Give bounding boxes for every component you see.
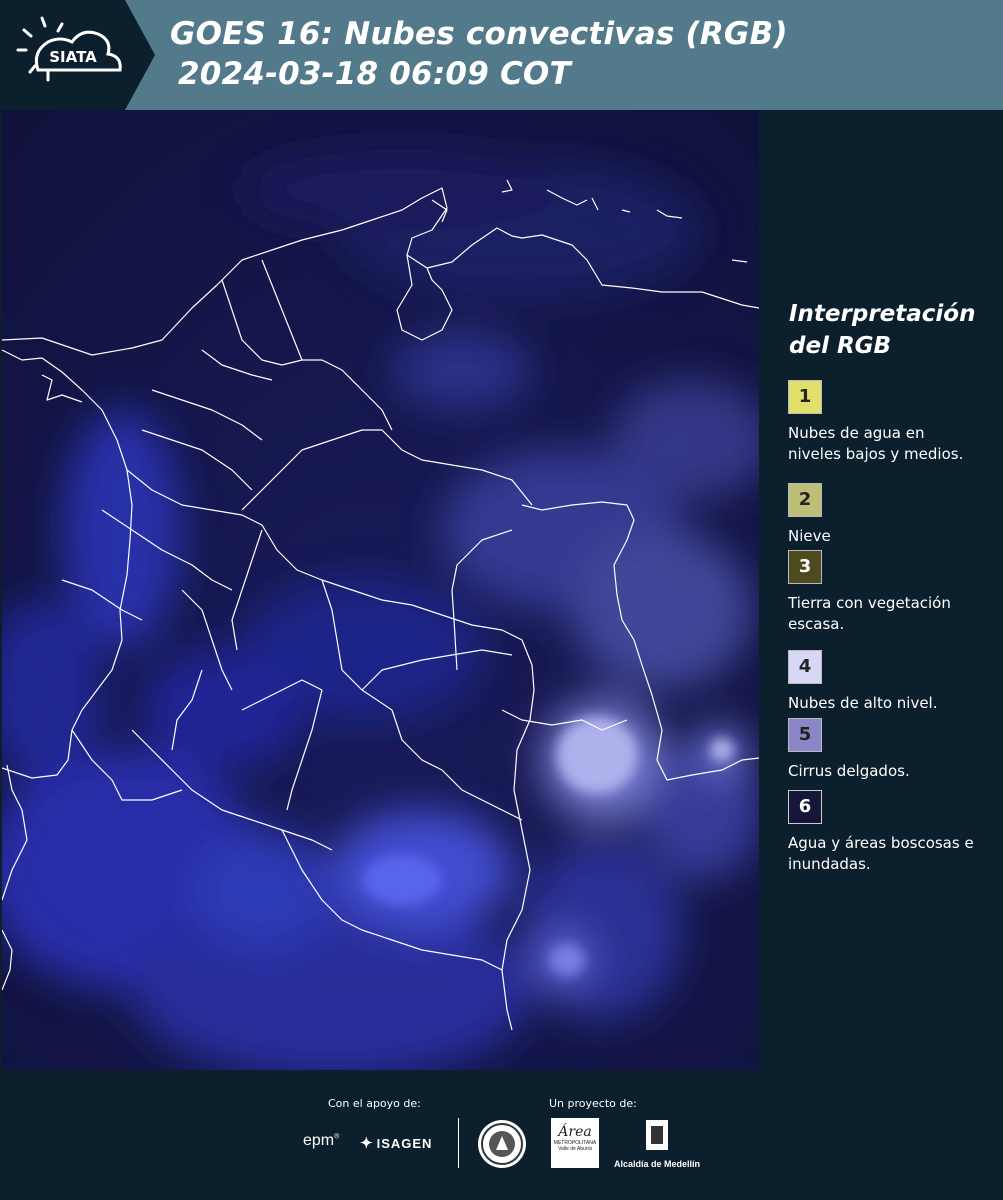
support-label: Con el apoyo de:	[328, 1097, 421, 1110]
header: SIATA GOES 16: Nubes convectivas (RGB) 2…	[0, 0, 1003, 110]
alcaldia-logo[interactable]: Alcaldía de Medellín	[612, 1118, 702, 1170]
isagen-icon: ✦	[360, 1135, 374, 1152]
legend-text: Agua y áreas boscosas e inundadas.	[788, 834, 974, 873]
legend-item: 2 Nieve	[788, 483, 978, 547]
legend-item: 1 Nubes de agua en niveles bajos y medios…	[788, 380, 978, 465]
legend-item: 3 Tierra con vegetación escasa.	[788, 550, 978, 635]
epm-logo[interactable]: epm®	[303, 1132, 339, 1150]
medellin-seal-logo[interactable]	[478, 1120, 526, 1168]
legend-item: 6 Agua y áreas boscosas e inundadas.	[788, 790, 978, 875]
legend-title-line-1: Interpretación	[789, 301, 976, 327]
legend-panel: Interpretación del RGB 1 Nubes de agua en…	[760, 110, 1003, 1070]
area-metropolitana-logo[interactable]: Área METROPOLITANA Valle de Aburrá	[551, 1118, 599, 1168]
page-title: GOES 16: Nubes convectivas (RGB) 2024-03…	[170, 14, 788, 94]
logo-text: SIATA	[49, 48, 97, 66]
isagen-logo[interactable]: ✦ ISAGEN	[360, 1134, 432, 1152]
footer: Con el apoyo de: Un proyecto de: epm® ✦ I…	[0, 1070, 1003, 1200]
title-line-1: GOES 16: Nubes convectivas (RGB)	[170, 16, 788, 52]
legend-text: Nubes de agua en niveles bajos y medios.	[788, 424, 964, 463]
legend-text: Nubes de alto nivel.	[788, 694, 938, 712]
project-label: Un proyecto de:	[549, 1097, 637, 1110]
legend-title: Interpretación del RGB	[789, 298, 975, 362]
legend-swatch: 2	[788, 483, 822, 517]
legend-swatch: 1	[788, 380, 822, 414]
siata-logo[interactable]: SIATA	[0, 0, 155, 110]
legend-swatch: 4	[788, 650, 822, 684]
satellite-map[interactable]	[2, 110, 759, 1070]
legend-item: 4 Nubes de alto nivel.	[788, 650, 978, 714]
legend-text: Nieve	[788, 527, 831, 545]
legend-text: Cirrus delgados.	[788, 762, 910, 780]
legend-item: 5 Cirrus delgados.	[788, 718, 978, 782]
legend-title-line-2: del RGB	[789, 333, 892, 359]
legend-text: Tierra con vegetación escasa.	[788, 594, 951, 633]
legend-swatch: 5	[788, 718, 822, 752]
title-line-2: 2024-03-18 06:09 COT	[178, 56, 571, 92]
footer-divider	[458, 1118, 459, 1168]
legend-swatch: 3	[788, 550, 822, 584]
legend-swatch: 6	[788, 790, 822, 824]
